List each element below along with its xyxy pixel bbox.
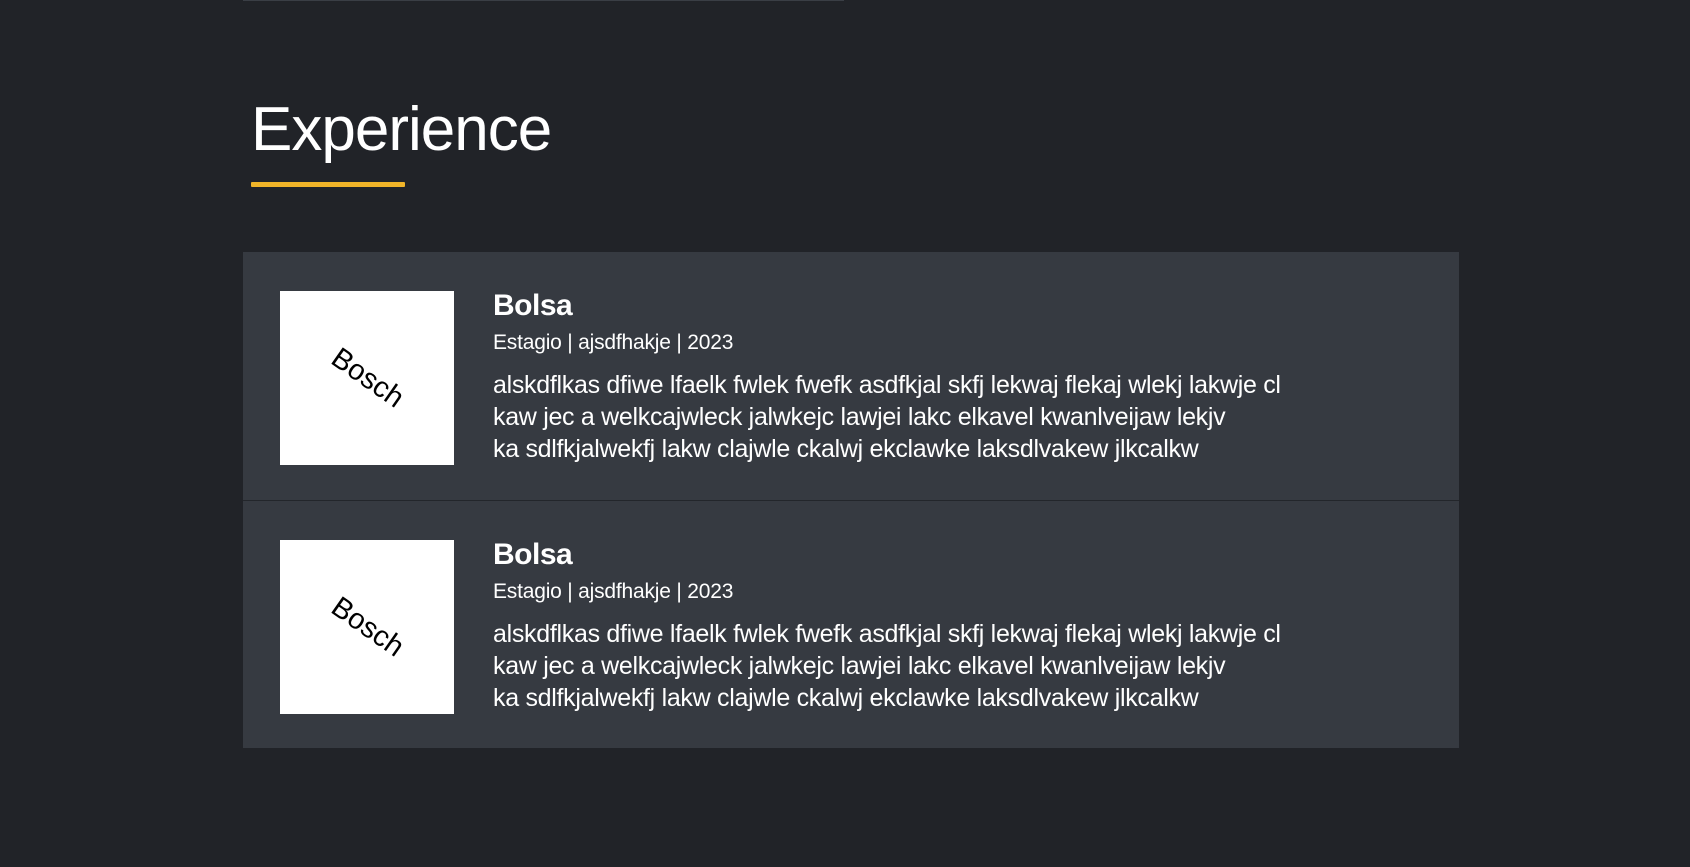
experience-meta: Estagio | ajsdfhakje | 2023 (493, 580, 734, 603)
experience-meta: Estagio | ajsdfhakje | 2023 (493, 331, 734, 354)
experience-description: alskdflkas dfiwe lfaelk fwlek fwefk asdf… (493, 618, 1413, 714)
top-divider (243, 0, 844, 1)
description-line: ka sdlfkjalwekfj lakw clajwle ckalwj ekc… (493, 435, 1199, 463)
experience-content: Bolsa Estagio | ajsdfhakje | 2023 alskdf… (493, 286, 1413, 465)
description-line: kaw jec a welkcajwleck jalwkejc lawjei l… (493, 652, 1226, 680)
experience-item: Bosch Bolsa Estagio | ajsdfhakje | 2023 … (243, 500, 1459, 748)
experience-title: Bolsa (493, 289, 573, 322)
experience-description: alskdflkas dfiwe lfaelk fwlek fwefk asdf… (493, 369, 1413, 465)
description-line: kaw jec a welkcajwleck jalwkejc lawjei l… (493, 403, 1226, 431)
section-title: Experience (251, 95, 552, 164)
company-logo: Bosch (280, 540, 454, 714)
experience-list: Bosch Bolsa Estagio | ajsdfhakje | 2023 … (243, 252, 1459, 748)
experience-item: Bosch Bolsa Estagio | ajsdfhakje | 2023 … (243, 252, 1459, 500)
description-line: alskdflkas dfiwe lfaelk fwlek fwefk asdf… (493, 620, 1281, 648)
company-logo: Bosch (280, 291, 454, 465)
experience-content: Bolsa Estagio | ajsdfhakje | 2023 alskdf… (493, 535, 1413, 714)
company-logo-text: Bosch (325, 590, 410, 663)
description-line: alskdflkas dfiwe lfaelk fwlek fwefk asdf… (493, 371, 1281, 399)
company-logo-text: Bosch (325, 341, 410, 414)
page: Experience Bosch Bolsa Estagio | ajsdfha… (0, 0, 1690, 867)
experience-title: Bolsa (493, 538, 573, 571)
title-underline (251, 182, 405, 187)
description-line: ka sdlfkjalwekfj lakw clajwle ckalwj ekc… (493, 684, 1199, 712)
